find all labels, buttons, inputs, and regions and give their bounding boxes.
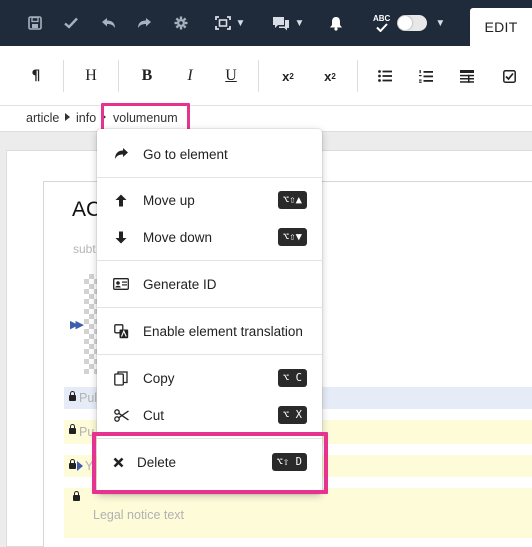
- arrow-up-icon: [112, 191, 130, 209]
- menu-divider: [97, 307, 322, 308]
- id-card-icon: [112, 275, 130, 293]
- menu-item-go-to-element[interactable]: Go to element: [97, 136, 322, 172]
- lock-icon: [73, 491, 80, 501]
- bullet-list-icon[interactable]: [376, 46, 394, 106]
- comments-menu-button[interactable]: ▼: [270, 0, 306, 46]
- breadcrumb-highlight-box: [101, 103, 190, 132]
- menu-item-cut[interactable]: Cut ⌥ X: [97, 397, 322, 433]
- legal-notice-field[interactable]: Legal notice text: [64, 488, 532, 538]
- arrow-down-icon: [112, 228, 130, 246]
- menu-item-move-up[interactable]: Move up ⌥⇧▲: [97, 182, 322, 218]
- share-arrow-icon: [112, 145, 130, 163]
- bell-icon[interactable]: [326, 0, 346, 46]
- menu-divider: [97, 260, 322, 261]
- menu-item-enable-translation[interactable]: Enable element translation: [97, 313, 322, 349]
- translate-icon: [112, 322, 130, 340]
- subscript-base: x: [324, 68, 332, 84]
- chevron-down-icon: ▼: [294, 17, 305, 29]
- underline-button[interactable]: U: [221, 46, 241, 106]
- tab-edit[interactable]: EDIT: [470, 8, 532, 46]
- fast-forward-icon: ▶▶: [70, 319, 84, 331]
- move-up-shortcut: ⌥⇧▲: [278, 191, 307, 209]
- check-icon[interactable]: [58, 0, 84, 46]
- subscript-button[interactable]: x2: [319, 46, 341, 106]
- copy-shortcut: ⌥ C: [278, 369, 307, 387]
- menu-divider: [97, 354, 322, 355]
- frame-icon: [214, 16, 231, 30]
- scissors-icon: [112, 406, 130, 424]
- menu-item-label: Go to element: [143, 146, 228, 162]
- breadcrumb-separator-icon: [65, 113, 70, 121]
- expand-arrow-icon[interactable]: [77, 461, 83, 471]
- menu-item-move-down[interactable]: Move down ⌥⇧▼: [97, 219, 322, 255]
- heading-button[interactable]: H: [80, 46, 102, 106]
- toggle-switch[interactable]: [397, 15, 428, 31]
- breadcrumb-item-article[interactable]: article: [26, 111, 59, 125]
- format-toolbar: ¶ H B I U x2 x2: [0, 46, 532, 106]
- lock-icon: [69, 459, 76, 469]
- toolbar-divider: [258, 60, 259, 92]
- toolbar-divider: [118, 60, 119, 92]
- menu-item-label: Generate ID: [143, 276, 217, 292]
- legal-notice-placeholder: Legal notice text: [93, 508, 185, 522]
- superscript-button[interactable]: x2: [277, 46, 299, 106]
- menu-item-copy[interactable]: Copy ⌥ C: [97, 360, 322, 396]
- comments-icon: [272, 16, 290, 31]
- document-subtitle[interactable]: subt: [73, 242, 96, 256]
- checkbox-icon[interactable]: [500, 46, 518, 106]
- gear-icon[interactable]: [168, 0, 194, 46]
- superscript-base: x: [282, 68, 290, 84]
- cut-shortcut: ⌥ X: [278, 406, 307, 424]
- save-icon[interactable]: [22, 0, 48, 46]
- menu-item-label: Enable element translation: [143, 323, 303, 339]
- row-text: Pul: [79, 391, 98, 405]
- copy-icon: [112, 369, 130, 387]
- chevron-down-icon: ▼: [235, 17, 246, 29]
- menu-item-label: Move up: [143, 192, 195, 208]
- breadcrumb-item-info[interactable]: info: [76, 111, 96, 125]
- undo-icon[interactable]: [95, 0, 121, 46]
- menu-item-label: Cut: [143, 407, 165, 423]
- subscript-mark: 2: [331, 71, 336, 81]
- toolbar-divider: [357, 60, 358, 92]
- menu-divider: [97, 177, 322, 178]
- frame-menu-button[interactable]: ▼: [212, 0, 248, 46]
- lock-icon: [69, 391, 76, 401]
- spellcheck-toggle[interactable]: ABC ▼: [373, 0, 451, 46]
- redo-icon[interactable]: [132, 0, 158, 46]
- toolbar-divider: [63, 60, 64, 92]
- delete-highlight-box: [92, 432, 328, 494]
- spellcheck-label: ABC: [373, 13, 391, 23]
- bold-button[interactable]: B: [137, 46, 157, 106]
- menu-item-label: Move down: [143, 229, 213, 245]
- table-icon[interactable]: [458, 46, 476, 106]
- menu-item-label: Copy: [143, 370, 175, 386]
- chevron-down-icon: ▼: [435, 17, 446, 29]
- main-toolbar: ▼ ▼ ABC ▼ EDIT: [0, 0, 532, 46]
- numbered-list-icon[interactable]: [417, 46, 435, 106]
- superscript-mark: 2: [289, 71, 294, 81]
- move-down-shortcut: ⌥⇧▼: [278, 228, 307, 246]
- menu-item-generate-id[interactable]: Generate ID: [97, 266, 322, 302]
- italic-button[interactable]: I: [180, 46, 200, 106]
- spellcheck-icon: ABC: [373, 13, 391, 32]
- lock-icon: [69, 424, 76, 434]
- paragraph-button[interactable]: ¶: [26, 46, 46, 106]
